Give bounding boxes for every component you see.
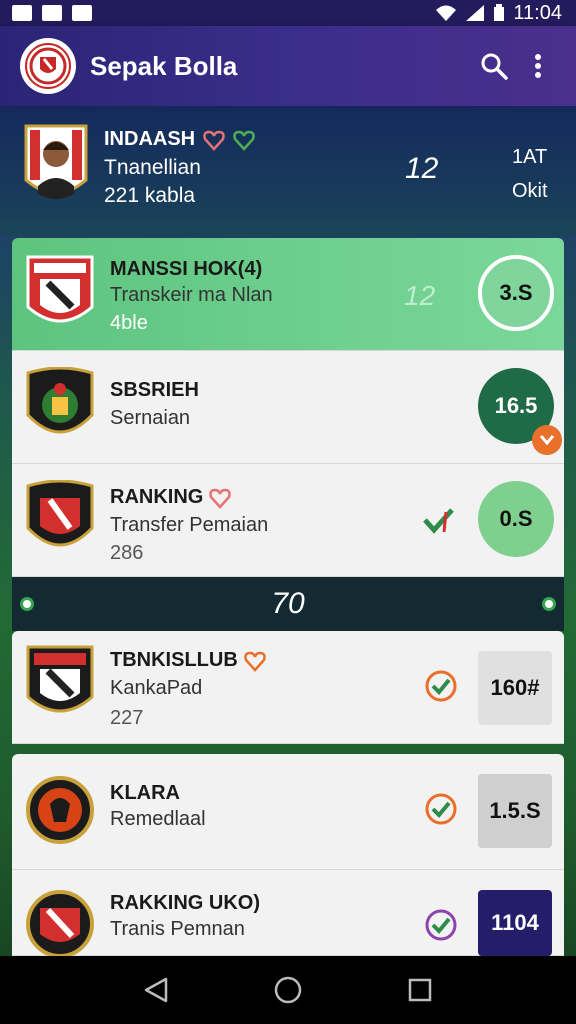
club-card[interactable]: RANKING Transfer Pemaian 286 0.S	[12, 464, 564, 577]
status-time: 11:04	[513, 1, 562, 24]
club-card[interactable]: TBNKISLLUB KankaPad 227 160#	[12, 631, 564, 744]
player-name-text: INDAASH	[104, 128, 196, 150]
score-badge[interactable]: 1104	[478, 890, 552, 956]
club-subtitle: Remedlaal	[110, 808, 206, 830]
dropdown-toggle[interactable]	[532, 425, 562, 455]
heart-icon	[209, 488, 232, 509]
club-title: RANKING	[110, 486, 232, 509]
chevron-down-icon	[539, 435, 555, 446]
club-card[interactable]: SBSRIEH Sernaian 16.5	[12, 351, 564, 464]
club-meta: 286	[110, 542, 144, 564]
club-subtitle: Transfer Pemaian	[110, 514, 269, 536]
section-divider-text: 70	[271, 587, 305, 620]
club-title: KLARA	[110, 782, 180, 804]
camera-notification-icon	[42, 5, 62, 21]
player-stat-bottom: Okit	[512, 180, 548, 202]
search-icon	[481, 53, 508, 80]
app-title: Sepak Bolla	[90, 50, 238, 81]
recents-square-icon	[408, 978, 432, 1002]
club-title: RAKKING UKO)	[110, 892, 260, 914]
club-card[interactable]: MANSSI HOK(4) Transkeir ma Nlan 4ble 12 …	[12, 238, 564, 351]
club-title: MANSSI HOK(4)	[110, 258, 263, 280]
player-number: 12	[405, 152, 439, 185]
player-portrait	[24, 124, 88, 199]
wifi-icon	[436, 5, 457, 21]
player-stat-top: 1AT	[512, 146, 548, 168]
club-crest	[26, 890, 94, 958]
section-divider: 70	[12, 577, 564, 631]
home-circle-icon	[274, 976, 302, 1004]
club-subtitle: Sernaian	[110, 407, 191, 429]
club-crest	[26, 645, 94, 713]
score-badge[interactable]: 3.S	[478, 255, 554, 331]
score-badge[interactable]: 0.S	[478, 481, 554, 557]
heart-icon	[244, 651, 266, 672]
gmail-notification-icon	[12, 5, 32, 21]
app-bar: Sepak Bolla	[0, 26, 576, 106]
search-button[interactable]	[472, 44, 516, 88]
signal-icon	[466, 5, 485, 21]
recents-button[interactable]	[395, 965, 445, 1015]
club-title: TBNKISLLUB	[110, 649, 266, 672]
club-card[interactable]: RAKKING UKO) Tranis Pemnan 1104	[12, 870, 564, 958]
club-center-number: 12	[404, 280, 436, 311]
check-circle-icon[interactable]	[424, 669, 458, 703]
club-meta: 4ble	[110, 312, 148, 334]
club-subtitle: Transkeir ma Nlan	[110, 284, 273, 306]
club-crest	[26, 480, 94, 547]
club-crest	[26, 776, 94, 844]
club-title: SBSRIEH	[110, 379, 199, 401]
battery-icon	[494, 4, 505, 21]
media-notification-icon	[72, 5, 92, 21]
score-badge[interactable]: 1.5.S	[478, 774, 552, 848]
club-meta: 227	[110, 707, 144, 729]
home-button[interactable]	[263, 965, 313, 1015]
more-vert-icon	[535, 54, 541, 78]
featured-player[interactable]: INDAASH Tnanellian 221 kabla 12 1AT Okit	[0, 106, 576, 236]
indicator-dot	[542, 597, 556, 611]
system-nav-bar	[0, 956, 576, 1024]
player-subtitle: Tnanellian	[104, 156, 201, 179]
club-title-text: RANKING	[110, 486, 204, 508]
club-subtitle: Tranis Pemnan	[110, 918, 245, 940]
club-crest	[26, 255, 94, 323]
indicator-dot	[20, 597, 34, 611]
check-icon[interactable]	[422, 504, 456, 538]
heart-icon	[203, 130, 225, 151]
favorite-check-icon	[233, 130, 255, 151]
back-button[interactable]	[131, 965, 181, 1015]
player-meta: 221 kabla	[104, 184, 196, 207]
app-logo	[20, 38, 76, 94]
player-name: INDAASH	[104, 128, 255, 151]
score-badge[interactable]: 160#	[478, 651, 552, 725]
back-triangle-icon	[144, 977, 168, 1003]
status-bar: 11:04	[0, 0, 576, 26]
check-circle-icon[interactable]	[424, 908, 458, 942]
club-crest	[26, 367, 94, 434]
overflow-menu-button[interactable]	[516, 44, 560, 88]
club-card[interactable]: KLARA Remedlaal 1.5.S	[12, 754, 564, 870]
club-title-text: TBNKISLLUB	[110, 649, 238, 671]
club-subtitle: KankaPad	[110, 677, 203, 699]
check-circle-icon[interactable]	[424, 792, 458, 826]
